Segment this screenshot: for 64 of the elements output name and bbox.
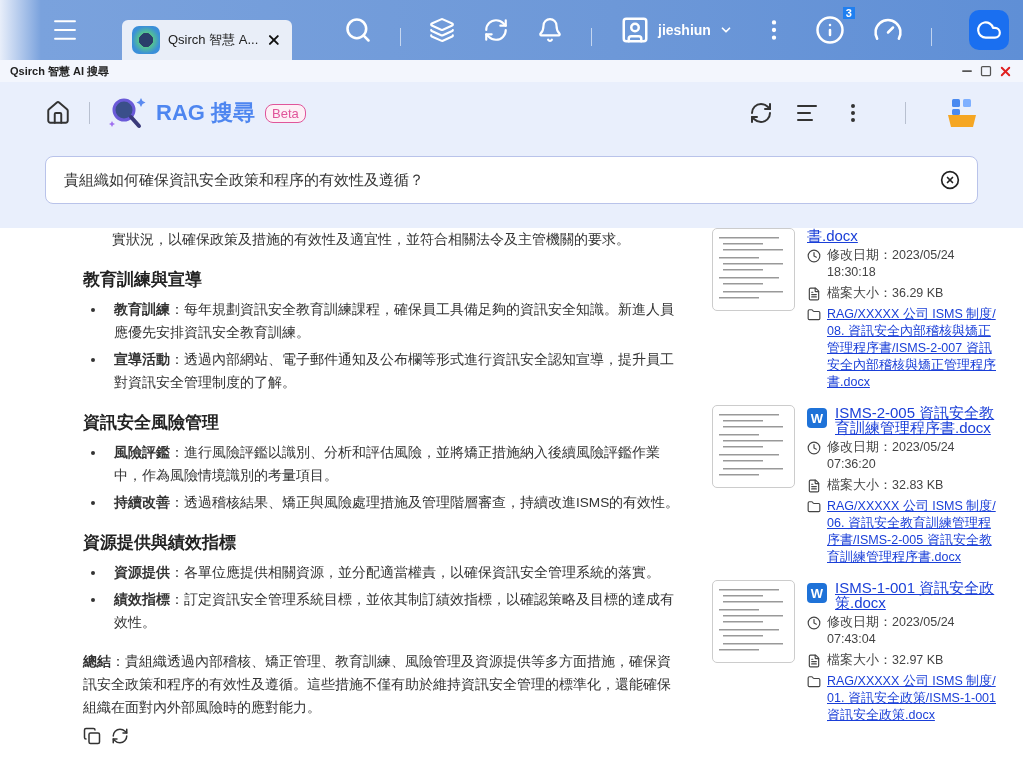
file-title-link[interactable]: ISMS-1-001 資訊安全政策.docx [835,580,1002,610]
bullet-text: 持續改善：透過稽核結果、矯正與風險處理措施及管理階層審查，持續改進ISMS的有效性。 [114,494,680,512]
search-field[interactable]: 貴組織如何確保資訊安全政策和程序的有效性及遵循？ [45,156,978,204]
beta-badge: Beta [265,103,306,123]
bullet-dot [91,598,95,602]
word-file-icon: W [807,408,827,428]
section-heading: 教育訓練與宣導 [83,269,203,291]
page-title: RAG 搜尋 [156,99,255,127]
file-path-link[interactable]: RAG/XXXXX 公司 ISMS 制度/06. 資訊安全教育訓練管理程序書/ISMS-2-005 資訊安全教育訓練管理程序書.docx [827,498,1002,566]
file-size: 檔案大小：32.83 KB [827,477,944,494]
file-size: 檔案大小：32.97 KB [827,652,944,669]
refresh-icon[interactable] [749,101,773,125]
clock-icon[interactable] [807,441,821,455]
bullet-dot [91,308,95,312]
clock-icon[interactable] [807,616,821,630]
modified-date: 修改日期：2023/05/24 07:36:20 [827,439,956,473]
section-heading: 資訊安全風險管理 [83,412,220,434]
bullet-text: 風險評鑑：進行風險評鑑以識別、分析和評估風險，並將矯正措施納入後續風險評鑑作業中，作為風險情境識別的考量項目。 [114,444,661,485]
bullet-dot [91,571,95,575]
sync-icon[interactable] [483,17,509,43]
word-file-icon: W [807,583,827,603]
clear-icon[interactable] [940,170,960,190]
file-icon[interactable] [807,287,821,301]
file-size: 檔案大小：36.29 KB [827,285,944,302]
regenerate-icon[interactable] [111,727,129,745]
file-title-link[interactable]: ISMS-2-005 資訊安全教育訓練管理程序書.docx [835,405,1002,435]
notification-badge: 3 [842,7,855,19]
section-heading: 資源提供與績效指標 [83,532,237,554]
cloud-app-button[interactable] [969,10,1009,50]
file-icon[interactable] [807,654,821,668]
bullet-dot [91,358,95,362]
answer-paragraph: 實狀況，以確保政策及措施的有效性及適宜性，並符合相關法令及主管機關的要求。 [112,231,631,249]
folder-icon[interactable] [807,675,821,689]
file-path-link[interactable]: RAG/XXXXX 公司 ISMS 制度/08. 資訊安全內部稽核與矯正管理程序書/ISMS-2-007 資訊安全內部稽核與矯正管理程序書.docx [827,306,1002,391]
file-title-link[interactable]: 書.docx [807,228,858,243]
bullet-text: 教育訓練：每年規劃資訊安全教育訓練課程，確保員工具備足夠的資訊安全知識。新進人員應優先安排資訊安全教育訓練。 [114,300,675,342]
bullet-dot [91,501,95,505]
app-logo-icon [132,26,160,54]
bullet-text: 資源提供：各單位應提供相關資源，並分配適當權責，以確保資訊安全管理系統的落實。 [114,564,660,582]
search-icon[interactable] [344,16,372,44]
bullet-dot [91,451,95,455]
document-thumbnail[interactable] [712,405,795,488]
modified-date: 修改日期：2023/05/24 18:30:18 [827,247,956,281]
document-thumbnail[interactable] [712,228,795,311]
document-thumbnail[interactable] [712,580,795,663]
copy-icon[interactable] [83,727,101,745]
user-icon[interactable] [620,15,650,45]
folder-icon[interactable] [807,500,821,514]
clock-icon[interactable] [807,249,821,263]
package-icon[interactable] [946,97,978,129]
modified-date: 修改日期：2023/05/24 07:43:04 [827,614,956,648]
file-path-link[interactable]: RAG/XXXXX 公司 ISMS 制度/01. 資訊安全政策/ISMS-1-001 資訊安全政策.docx [827,673,1002,724]
folder-icon[interactable] [807,308,821,322]
layers-icon[interactable] [429,17,455,43]
info-icon[interactable] [814,15,845,45]
home-icon[interactable] [45,100,71,126]
bullet-text: 宣導活動：透過內部網站、電子郵件通知及公布欄等形式進行資訊安全認知宣導，提升員工對資訊安全管理制度的了解。 [114,351,675,392]
app-tab[interactable]: Qsirch 智慧 A... [122,20,292,60]
bell-icon[interactable] [537,17,563,43]
window-title: Qsirch 智慧 AI 搜尋 [10,63,111,79]
summary-paragraph: 總結：貴組織透過內部稽核、矯正管理、教育訓練、風險管理及資源提供等多方面措施，確保資訊安全政策和程序的有效性及遵循。這些措施不僅有助於維持資訊安全管理的標準化，還能確保組織在面對內外部風險時的應對能力。 [83,653,672,717]
maximize-icon[interactable] [980,65,992,77]
bullet-text: 績效指標：訂定資訊安全管理系統目標，並依其制訂績效指標，以確認策略及目標的達成有效性。 [114,591,675,632]
file-icon[interactable] [807,479,821,493]
